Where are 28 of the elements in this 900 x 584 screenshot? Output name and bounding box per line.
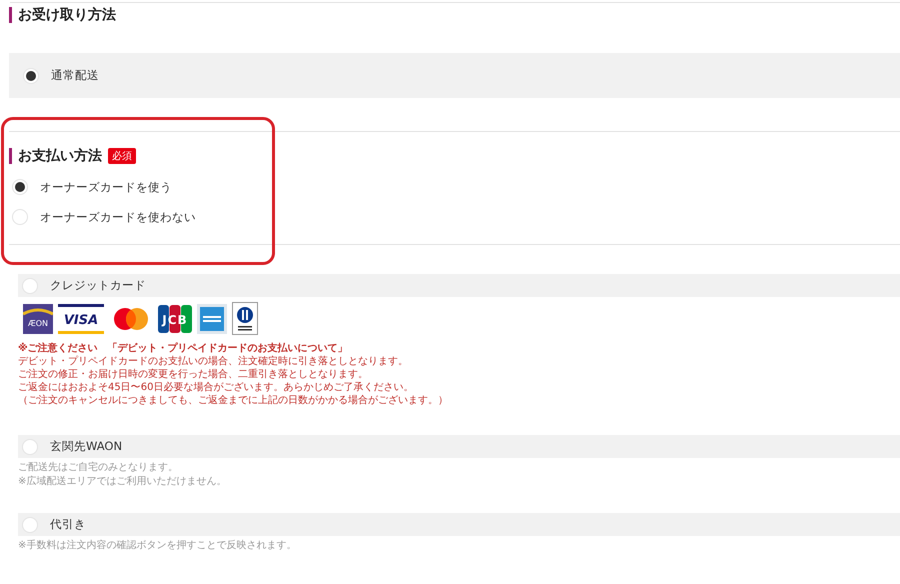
notice-text: ご注文の修正・お届け日時の変更を行った場合、二重引き落としとなります。 bbox=[18, 368, 369, 381]
radio-button[interactable] bbox=[22, 278, 38, 294]
notice-text: （ご注文のキャンセルにつきましても、ご返金までに上記の日数がかかる場合がございます。） bbox=[18, 394, 449, 407]
aeon-card-logo: ÆON bbox=[23, 304, 53, 334]
radio-button[interactable] bbox=[12, 179, 28, 195]
radio-button[interactable] bbox=[22, 438, 38, 454]
radio-option[interactable]: 玄関先WAON bbox=[22, 438, 122, 454]
required-badge: 必須 bbox=[108, 148, 136, 164]
note-text: ※手数料は注文内容の確認ボタンを押すことで反映されます。 bbox=[18, 539, 298, 553]
radio-option[interactable]: クレジットカード bbox=[22, 278, 146, 294]
radio-button[interactable] bbox=[23, 68, 39, 84]
mastercard-logo bbox=[113, 306, 149, 330]
radio-option[interactable]: 代引き bbox=[22, 516, 86, 532]
radio-option[interactable]: オーナーズカードを使う bbox=[12, 179, 900, 195]
visa-card-logo: VISA bbox=[58, 304, 104, 334]
amex-card-logo bbox=[197, 304, 227, 334]
note-text: ご配送先はご自宅のみとなります。 bbox=[18, 461, 179, 475]
radio-option[interactable]: オーナーズカードを使わない bbox=[12, 209, 900, 225]
section-title: お支払い方法 bbox=[18, 147, 102, 165]
notice-title: ※ご注意ください 「デビット・プリペイドカードのお支払いについて」 bbox=[18, 342, 349, 355]
radio-option[interactable]: 通常配送 bbox=[23, 68, 99, 84]
notice-text: デビット・プリペイドカードのお支払いの場合、注文確定時に引き落としとなります。 bbox=[18, 355, 409, 368]
radio-button[interactable] bbox=[12, 209, 28, 225]
radio-button[interactable] bbox=[22, 516, 38, 532]
notice-text: ご返金にはおおよそ45日〜60日必要な場合がございます。あらかじめご了承ください。 bbox=[18, 381, 414, 394]
section-title: お受け取り方法 bbox=[18, 6, 116, 24]
diners-card-logo bbox=[232, 302, 258, 335]
note-text: ※広域配送エリアではご利用いただけません。 bbox=[18, 475, 228, 489]
